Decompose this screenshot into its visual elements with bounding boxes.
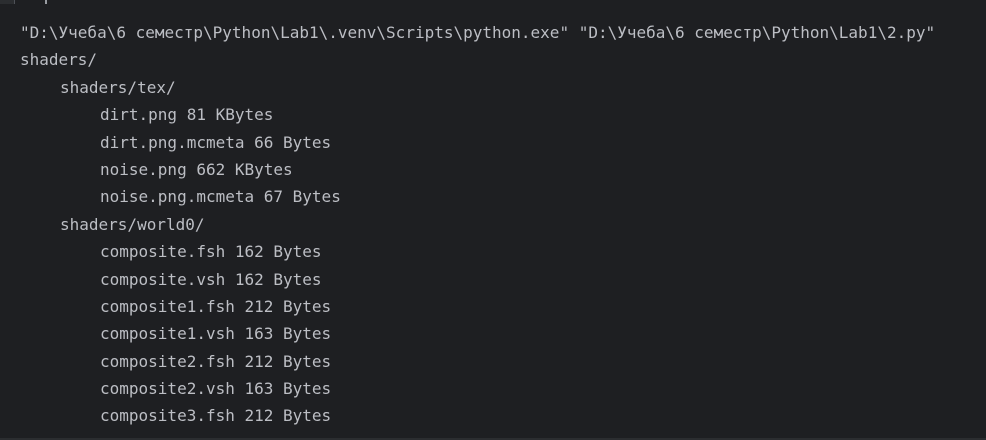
console-toolbar-edge [0,0,986,6]
file-line: composite1.fsh 212 Bytes [100,296,332,316]
file-line: composite1.vsh 163 Bytes [100,324,332,344]
directory-line: shaders/tex/ [60,77,176,97]
file-line: dirt.png 81 KBytes [100,105,274,125]
run-command-line: "D:\Учеба\6 семестр\Python\Lab1\.venv\Sc… [20,23,936,42]
console-output[interactable]: "D:\Учеба\6 семестр\Python\Lab1\.venv\Sc… [20,19,935,430]
file-line: composite.fsh 162 Bytes [100,242,322,262]
directory-line: shaders/ [20,50,98,70]
run-console[interactable]: "D:\Учеба\6 семестр\Python\Lab1\.venv\Sc… [0,0,986,440]
directory-line: shaders/world0/ [60,214,205,234]
toolbar-tab-corner [0,0,15,4]
file-line: composite2.fsh 212 Bytes [100,351,332,371]
file-line: composite3.fsh 212 Bytes [100,406,332,426]
file-line: composite.vsh 162 Bytes [100,269,322,289]
file-line: composite2.vsh 163 Bytes [100,379,332,399]
file-line: noise.png.mcmeta 67 Bytes [100,187,341,207]
output-lines: shaders/shaders/tex/dirt.png 81 KBytes di… [20,46,935,429]
file-line: dirt.png.mcmeta 66 Bytes [100,132,332,152]
file-line: noise.png 662 KBytes [100,159,293,179]
toolbar-separator [45,0,47,4]
